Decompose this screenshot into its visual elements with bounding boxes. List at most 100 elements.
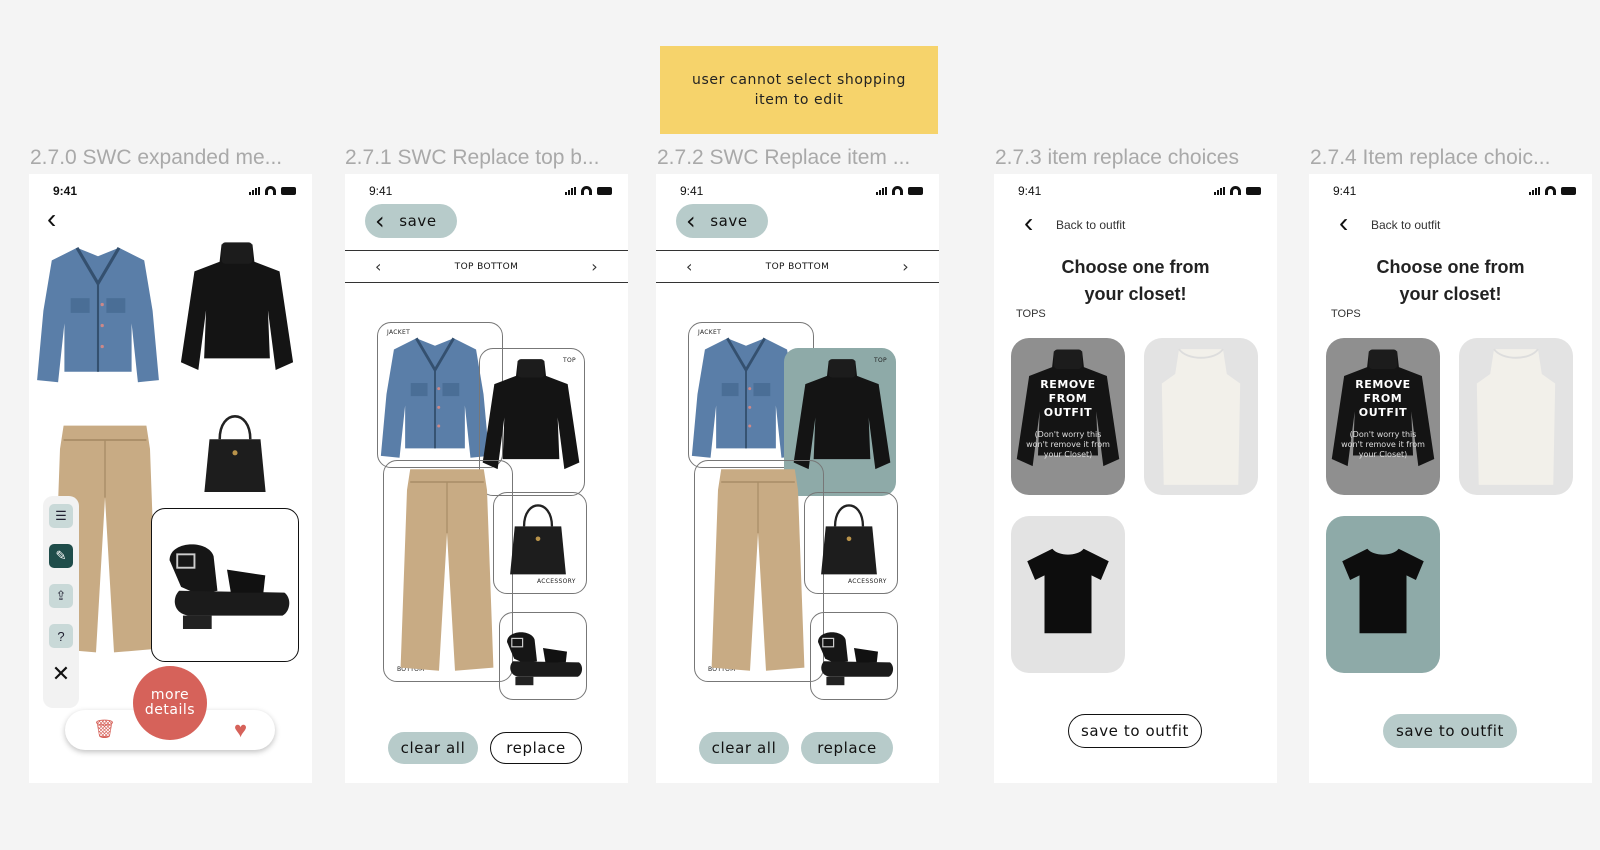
battery-icon — [597, 186, 612, 195]
status-time: 9:41 — [1333, 184, 1357, 198]
sweater-image[interactable] — [179, 238, 295, 388]
wifi-icon — [892, 186, 903, 195]
back-icon[interactable]: ‹ — [47, 204, 56, 234]
closet-item-tank[interactable] — [1459, 338, 1573, 495]
back-icon[interactable]: ‹ — [1339, 208, 1348, 238]
screen-replace-top: 9:41 ‹ save ‹ TOP BOTTOM › JACKET TOP BOT… — [345, 174, 628, 783]
tee-image — [1021, 536, 1115, 646]
bag-image[interactable] — [201, 402, 269, 502]
edit-toolbar: ☰ ✎ ⇪ ? ✕ — [43, 496, 79, 708]
save-label: save — [710, 212, 748, 230]
remove-note: (Don't worry this won't remove it from y… — [1026, 430, 1110, 459]
replace-button[interactable]: replace — [801, 732, 893, 764]
battery-icon — [1246, 186, 1261, 195]
chevron-right-icon[interactable]: › — [591, 257, 598, 276]
pants-image — [710, 462, 806, 678]
section-label: TOPS — [1016, 308, 1046, 320]
back-to-outfit-link[interactable]: Back to outfit — [1056, 218, 1125, 232]
screen-replace-choice-selected: 9:41 ‹ Back to outfit Choose one from yo… — [1309, 174, 1592, 783]
save-to-outfit-button[interactable]: save to outfit — [1068, 714, 1202, 748]
status-bar: 9:41 — [1333, 184, 1576, 198]
trash-icon[interactable]: 🗑 — [93, 719, 116, 740]
help-icon[interactable]: ? — [49, 624, 73, 648]
status-time: 9:41 — [680, 184, 704, 198]
signal-icon — [876, 186, 887, 195]
tank-image — [1473, 342, 1559, 492]
share-icon[interactable]: ⇪ — [49, 584, 73, 608]
category-label: TOP BOTTOM — [454, 261, 519, 272]
category-label: TOP BOTTOM — [765, 261, 830, 272]
chevron-left-icon[interactable]: ‹ — [686, 257, 693, 276]
sandal-image — [501, 624, 585, 690]
wifi-icon — [265, 186, 276, 195]
annotation-note: user cannot select shopping item to edit — [660, 46, 938, 134]
status-bar: 9:41 — [680, 184, 923, 198]
category-bar: ‹ TOP BOTTOM › — [345, 250, 628, 283]
screen-replace-item: 9:41 ‹ save ‹ TOP BOTTOM › JACKET TOP BOT… — [656, 174, 939, 783]
signal-icon — [1529, 186, 1540, 195]
save-label: save — [399, 212, 437, 230]
save-to-outfit-button[interactable]: save to outfit — [1383, 714, 1517, 748]
closet-item-tee[interactable] — [1011, 516, 1125, 673]
frame-label: 2.7.4 Item replace choic... — [1310, 146, 1551, 169]
tank-image — [1158, 342, 1244, 492]
accessory-tag: ACCESSORY — [537, 578, 576, 585]
clear-all-button[interactable]: clear all — [699, 732, 789, 764]
section-label: TOPS — [1331, 308, 1361, 320]
pencil-icon[interactable]: ✎ — [49, 544, 73, 568]
remove-title: REMOVE FROM OUTFIT — [1355, 378, 1411, 419]
jacket-image — [379, 332, 491, 464]
chevron-right-icon[interactable]: › — [902, 257, 909, 276]
chevron-left-icon: ‹ — [375, 207, 386, 235]
status-bar: 9:41 — [1018, 184, 1261, 198]
status-time: 9:41 — [53, 184, 78, 198]
jacket-image[interactable] — [35, 240, 161, 390]
clear-all-button[interactable]: clear all — [388, 732, 478, 764]
signal-icon — [565, 186, 576, 195]
save-button[interactable]: ‹ save — [365, 204, 457, 238]
status-time: 9:41 — [369, 184, 393, 198]
status-bar: 9:41 — [53, 184, 296, 198]
save-button[interactable]: ‹ save — [676, 204, 768, 238]
battery-icon — [1561, 186, 1576, 195]
frame-label: 2.7.1 SWC Replace top b... — [345, 146, 600, 169]
remove-from-outfit-card[interactable]: REMOVE FROM OUTFIT (Don't worry this won… — [1011, 338, 1125, 495]
signal-icon — [1214, 186, 1225, 195]
screen-expanded-menu: 9:41 ‹ ☰ ✎ ⇪ ? ✕ 🗑 ♥ more details — [29, 174, 312, 783]
back-to-outfit-link[interactable]: Back to outfit — [1371, 218, 1440, 232]
bag-image — [818, 492, 880, 584]
tee-image — [1336, 536, 1430, 646]
frame-label: 2.7.0 SWC expanded me... — [30, 146, 283, 169]
remove-from-outfit-card[interactable]: REMOVE FROM OUTFIT (Don't worry this won… — [1326, 338, 1440, 495]
frame-label: 2.7.2 SWC Replace item ... — [657, 146, 911, 169]
chevron-left-icon: ‹ — [686, 207, 697, 235]
sandal-image — [160, 529, 294, 639]
sliders-icon[interactable]: ☰ — [49, 504, 73, 528]
more-details-button[interactable]: more details — [133, 666, 207, 740]
closet-item-tank[interactable] — [1144, 338, 1258, 495]
closet-item-tee-selected[interactable] — [1326, 516, 1440, 673]
replace-button[interactable]: replace — [490, 732, 582, 764]
wifi-icon — [1545, 186, 1556, 195]
signal-icon — [249, 186, 260, 195]
page-title: Choose one from your closet! — [1376, 257, 1525, 304]
sandal-card[interactable] — [151, 508, 299, 662]
remove-note: (Don't worry this won't remove it from y… — [1341, 430, 1425, 459]
back-icon[interactable]: ‹ — [1024, 208, 1033, 238]
battery-icon — [908, 186, 923, 195]
battery-icon — [281, 186, 296, 195]
status-time: 9:41 — [1018, 184, 1042, 198]
category-bar: ‹ TOP BOTTOM › — [656, 250, 939, 283]
frame-label: 2.7.3 item replace choices — [995, 146, 1239, 169]
status-bar: 9:41 — [369, 184, 612, 198]
wifi-icon — [1230, 186, 1241, 195]
sandal-image — [812, 624, 896, 690]
screen-replace-choices: 9:41 ‹ Back to outfit Choose one from yo… — [994, 174, 1277, 783]
wifi-icon — [581, 186, 592, 195]
remove-title: REMOVE FROM OUTFIT — [1040, 378, 1096, 419]
close-icon[interactable]: ✕ — [49, 662, 73, 686]
heart-icon[interactable]: ♥ — [234, 717, 247, 743]
chevron-left-icon[interactable]: ‹ — [375, 257, 382, 276]
accessory-tag: ACCESSORY — [848, 578, 887, 585]
bag-image — [507, 492, 569, 584]
